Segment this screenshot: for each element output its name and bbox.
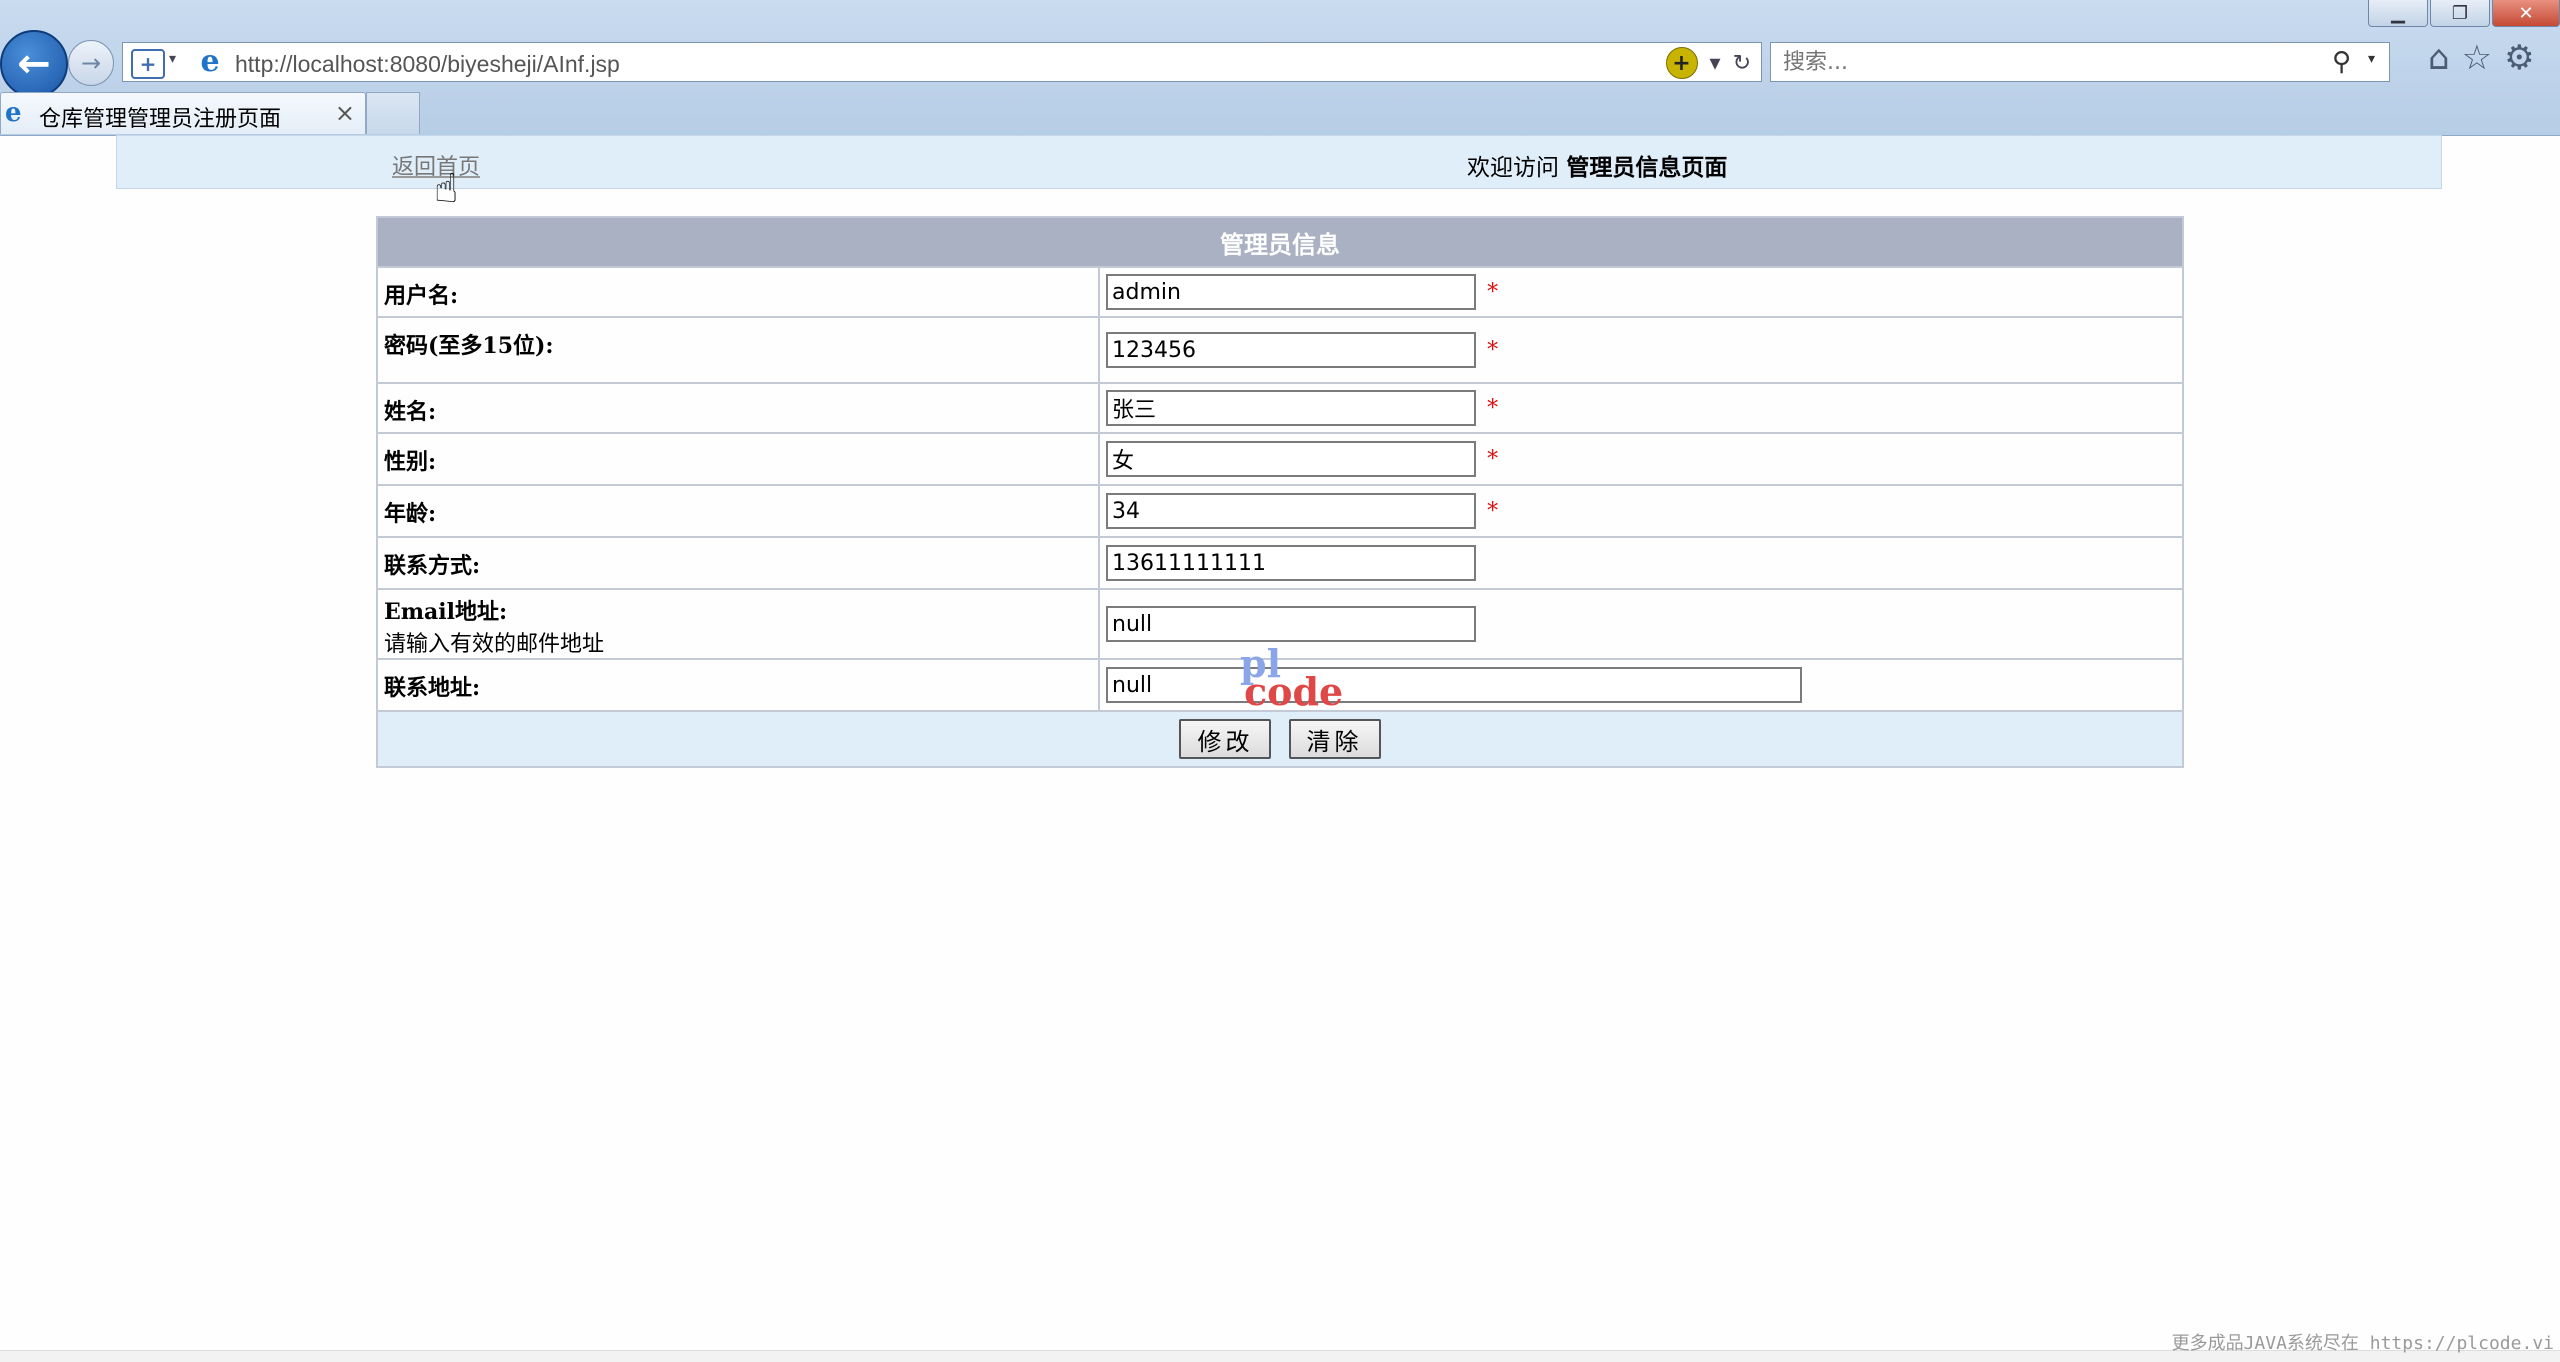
close-tab-icon[interactable]: × <box>335 99 355 127</box>
search-icon[interactable]: ⚲ <box>2332 47 2351 77</box>
address-bar[interactable]: + ▾ e http://localhost:8080/biyesheji/AI… <box>122 42 1762 82</box>
forward-button[interactable]: → <box>68 40 114 86</box>
toolbar-right-icons: ⌂ ☆ ⚙ <box>2428 38 2535 78</box>
email-label: Email地址: <box>384 599 508 625</box>
welcome-prefix: 欢迎访问 <box>1467 155 1559 181</box>
form-row-contact: 联系方式: <box>376 536 2184 590</box>
search-input[interactable] <box>1781 49 2285 76</box>
arrow-left-icon: ← <box>17 41 51 87</box>
required-marker: * <box>1487 395 1499 421</box>
age-field[interactable] <box>1106 493 1476 529</box>
ie-logo-icon: e <box>200 44 220 79</box>
shield-plus-icon[interactable]: + <box>131 49 165 79</box>
restore-button[interactable]: ❐ <box>2430 0 2490 27</box>
form-row-password: 密码(至多15位): * <box>376 316 2184 384</box>
refresh-icon[interactable]: ↻ <box>1733 51 1751 76</box>
clear-button[interactable]: 清除 <box>1288 719 1381 759</box>
star-icon[interactable]: ☆ <box>2462 38 2492 78</box>
tab-strip: e 仓库管理管理员注册页面 × <box>0 92 2560 134</box>
username-field[interactable] <box>1106 274 1476 310</box>
back-button[interactable]: ← <box>0 30 68 98</box>
home-icon[interactable]: ⌂ <box>2428 38 2450 78</box>
footer-note: 更多成品JAVA系统尽在 https://plcode.vi <box>2171 1333 2554 1354</box>
gender-label: 性别: <box>384 449 437 475</box>
minimize-button[interactable]: ▁ <box>2368 0 2428 27</box>
new-tab-button[interactable] <box>366 92 420 134</box>
hand-cursor-icon: ☝ <box>434 166 459 212</box>
name-field[interactable] <box>1106 390 1476 426</box>
window-controls: ▁ ❐ ✕ <box>2366 0 2560 27</box>
form-button-row: 修改 清除 <box>376 710 2184 768</box>
form-row-address: 联系地址: <box>376 658 2184 712</box>
email-label-block: Email地址: 请输入有效的邮件地址 <box>384 590 1098 658</box>
welcome-text: 欢迎访问 管理员信息页面 <box>1467 148 1727 182</box>
page-title: 管理员信息页面 <box>1566 155 1728 181</box>
compatibility-view-icon[interactable]: + <box>1665 47 1698 79</box>
tab-title: 仓库管理管理员注册页面 <box>39 107 282 132</box>
chevron-down-icon[interactable]: ▾ <box>2368 51 2375 67</box>
admin-info-form: 管理员信息 用户名: * 密码(至多15位): * 姓名: * 性别: * 年龄… <box>376 216 2184 768</box>
close-window-button[interactable]: ✕ <box>2492 0 2560 27</box>
password-field[interactable] <box>1106 332 1476 368</box>
arrow-right-icon: → <box>80 49 102 77</box>
form-row-email: Email地址: 请输入有效的邮件地址 <box>376 588 2184 660</box>
email-hint: 请输入有效的邮件地址 <box>384 632 605 657</box>
required-marker: * <box>1487 446 1499 472</box>
browser-chrome: ▁ ❐ ✕ ← → + ▾ e http://localhost:8080/bi… <box>0 0 2560 136</box>
modify-button[interactable]: 修改 <box>1179 719 1272 759</box>
address-field[interactable] <box>1106 667 1802 703</box>
required-marker: * <box>1487 279 1499 305</box>
form-title: 管理员信息 <box>376 216 2184 268</box>
chevron-down-icon[interactable]: ▾ <box>1710 51 1721 76</box>
required-marker: * <box>1487 337 1499 363</box>
contact-field[interactable] <box>1106 545 1476 581</box>
form-row-age: 年龄: * <box>376 484 2184 538</box>
form-row-username: 用户名: * <box>376 266 2184 318</box>
username-label: 用户名: <box>384 283 459 309</box>
email-field[interactable] <box>1106 606 1476 642</box>
required-marker: * <box>1487 498 1499 524</box>
contact-label: 联系方式: <box>384 553 481 579</box>
age-label: 年龄: <box>384 501 437 527</box>
password-label: 密码(至多15位): <box>384 333 554 359</box>
page-header-bar: 返回首页 欢迎访问 管理员信息页面 <box>116 135 2442 189</box>
name-label: 姓名: <box>384 399 437 425</box>
address-label: 联系地址: <box>384 675 481 701</box>
form-row-name: 姓名: * <box>376 382 2184 434</box>
gender-field[interactable] <box>1106 441 1476 477</box>
form-row-gender: 性别: * <box>376 432 2184 486</box>
ie-logo-icon: e <box>5 98 22 128</box>
tab-active[interactable]: e 仓库管理管理员注册页面 × <box>0 92 366 134</box>
address-url[interactable]: http://localhost:8080/biyesheji/AInf.jsp <box>235 51 620 78</box>
gear-icon[interactable]: ⚙ <box>2504 38 2534 78</box>
search-box[interactable]: ⚲ ▾ <box>1770 42 2390 82</box>
chevron-down-icon[interactable]: ▾ <box>169 51 176 67</box>
